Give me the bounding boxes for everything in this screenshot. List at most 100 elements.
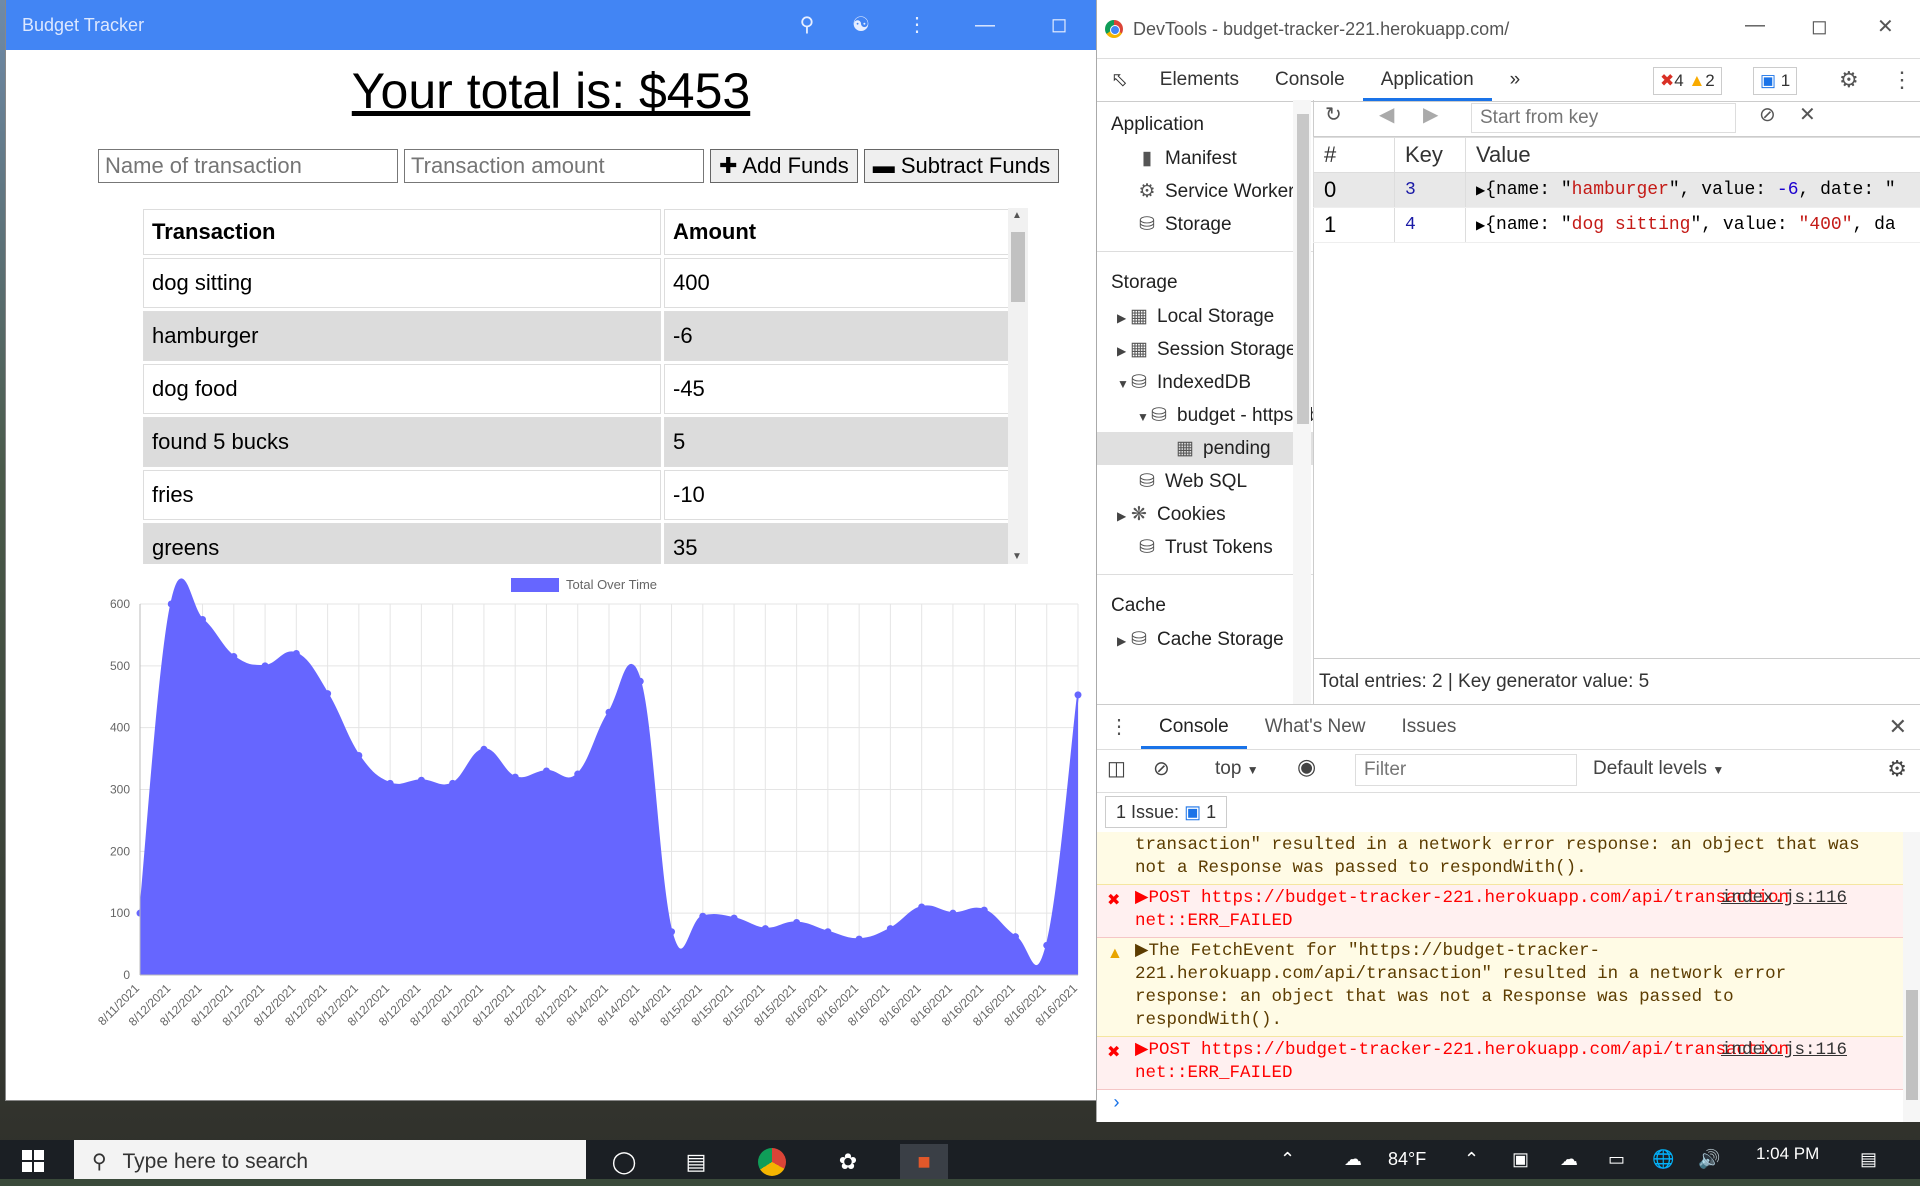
minimize-icon[interactable]: — [1745, 14, 1765, 37]
start-from-key-input[interactable] [1471, 103, 1736, 133]
more-menu-icon[interactable]: ⋮ [904, 12, 930, 38]
cortana-icon[interactable]: ◯ [600, 1144, 648, 1179]
table-scrollbar-thumb[interactable] [1011, 232, 1025, 302]
active-app-taskbar-icon[interactable]: ■ [900, 1144, 948, 1179]
onedrive-icon[interactable]: ☁ [1560, 1140, 1578, 1179]
previous-page-icon[interactable]: ◀ [1379, 102, 1394, 127]
more-tabs-icon[interactable]: » [1492, 59, 1539, 101]
drawer-tab-issues[interactable]: Issues [1383, 705, 1474, 749]
tray-chevron-icon[interactable]: ⌃ [1464, 1140, 1479, 1179]
sidebar-item-web-sql[interactable]: ⛁Web SQL [1097, 465, 1313, 498]
sidebar-item-service-workers[interactable]: ⚙Service Workers [1097, 175, 1313, 208]
sidebar-item-pending-store[interactable]: ▦pending [1097, 432, 1313, 465]
issues-button[interactable]: 1 Issue: ▣ 1 [1105, 796, 1227, 828]
chrome-taskbar-icon[interactable] [748, 1144, 796, 1179]
clear-console-icon[interactable]: ⊘ [1153, 756, 1170, 781]
sidebar-item-indexeddb[interactable]: ▼⛁IndexedDB [1097, 366, 1313, 399]
tab-application[interactable]: Application [1363, 59, 1492, 101]
maximize-icon[interactable]: ◻ [1046, 12, 1072, 38]
expand-arrow-icon[interactable]: ▶ [1117, 500, 1129, 533]
table-scrollbar[interactable]: ▲ ▼ [1008, 208, 1028, 564]
row-value[interactable]: ▶{name: "hamburger", value: -6, date: " [1466, 173, 1920, 208]
data-point [168, 601, 175, 608]
data-point [418, 777, 425, 784]
console-error-message[interactable]: ✖▶POST https://budget-tracker-221.heroku… [1097, 1037, 1907, 1090]
tab-console[interactable]: Console [1257, 59, 1363, 101]
message-source-link[interactable]: index.js:116 [1721, 887, 1847, 910]
add-funds-button[interactable]: ✚ Add Funds [710, 149, 858, 183]
more-options-icon[interactable]: ⋮ [1891, 67, 1913, 93]
expand-arrow-icon[interactable]: ▶ [1117, 625, 1129, 658]
close-icon[interactable]: ✕ [1877, 14, 1894, 39]
tab-elements[interactable]: Elements [1142, 59, 1257, 101]
error-warning-badge[interactable]: ✖4 ▲2 [1653, 67, 1722, 95]
collapse-arrow-icon[interactable]: ▼ [1137, 401, 1149, 434]
live-expression-eye-icon[interactable]: ◉ [1297, 754, 1316, 780]
context-selector[interactable]: top ▼ [1215, 758, 1259, 780]
close-drawer-icon[interactable]: ✕ [1889, 714, 1907, 740]
zoom-icon[interactable]: ⚲ [794, 12, 820, 38]
grid-icon: ▦ [1129, 333, 1149, 366]
sidebar-scrollbar-thumb[interactable] [1297, 114, 1309, 424]
console-scrollbar-thumb[interactable] [1906, 990, 1918, 1100]
minimize-icon[interactable]: — [972, 12, 998, 38]
extensions-icon[interactable]: ☯ [848, 12, 874, 38]
log-levels-dropdown[interactable]: Default levels ▼ [1593, 758, 1724, 780]
meet-now-icon[interactable]: ▣ [1512, 1140, 1529, 1179]
task-view-icon[interactable]: ▤ [672, 1144, 720, 1179]
weather-temp[interactable]: 84°F [1388, 1140, 1426, 1179]
table-row[interactable]: 0 3 ▶{name: "hamburger", value: -6, date… [1314, 173, 1920, 208]
clock-time[interactable]: 1:04 PM [1756, 1134, 1819, 1173]
taskbar-search-box[interactable]: ⚲ Type here to search [74, 1140, 586, 1179]
inspect-element-icon[interactable]: ⬁ [1097, 59, 1142, 101]
expand-arrow-icon[interactable]: ▶ [1117, 302, 1129, 335]
messages-badge[interactable]: ▣ 1 [1753, 67, 1797, 95]
console-scrollbar[interactable] [1903, 832, 1920, 1122]
expand-arrow-icon[interactable]: ▶ [1476, 219, 1485, 233]
console-error-message[interactable]: ✖▶POST https://budget-tracker-221.heroku… [1097, 885, 1907, 938]
sidebar-item-manifest[interactable]: ▮Manifest [1097, 142, 1313, 175]
sidebar-item-storage[interactable]: ⛁Storage [1097, 208, 1313, 241]
sidebar-item-local-storage[interactable]: ▶▦Local Storage [1097, 300, 1313, 333]
drawer-menu-icon[interactable]: ⋮ [1097, 705, 1141, 749]
weather-icon[interactable]: ☁ [1344, 1140, 1362, 1179]
console-prompt-icon[interactable]: › [1097, 1094, 1907, 1114]
expand-arrow-icon[interactable]: ▶ [1476, 184, 1485, 198]
sidebar-item-cookies[interactable]: ▶❋Cookies [1097, 498, 1313, 531]
scroll-down-arrow-icon[interactable]: ▼ [1012, 551, 1022, 562]
clear-object-store-icon[interactable]: ⊘ [1759, 102, 1776, 127]
drawer-tab-console[interactable]: Console [1141, 705, 1247, 749]
collapse-arrow-icon[interactable]: ▼ [1117, 368, 1129, 401]
maximize-icon[interactable]: ◻ [1811, 14, 1828, 39]
sidebar-item-trust-tokens[interactable]: ⛁Trust Tokens [1097, 531, 1313, 564]
subtract-funds-button[interactable]: ▬ Subtract Funds [864, 149, 1059, 183]
sidebar-scrollbar[interactable] [1293, 100, 1311, 704]
row-value[interactable]: ▶{name: "dog sitting", value: "400", da [1466, 208, 1920, 243]
console-filter-input[interactable] [1355, 754, 1577, 786]
drawer-tab-whats-new[interactable]: What's New [1247, 705, 1384, 749]
settings-gear-icon[interactable]: ⚙ [1839, 67, 1859, 93]
message-source-link[interactable]: index.js:116 [1721, 1039, 1847, 1062]
network-icon[interactable]: 🌐 [1652, 1140, 1674, 1179]
delete-selected-icon[interactable]: ✕ [1799, 102, 1816, 127]
volume-icon[interactable]: 🔊 [1698, 1140, 1720, 1179]
scroll-up-arrow-icon[interactable]: ▲ [1012, 210, 1022, 221]
windows-start-icon[interactable] [22, 1150, 44, 1172]
notifications-icon[interactable]: ▤ [1860, 1140, 1877, 1179]
show-hidden-icons-icon[interactable]: ⌃ [1280, 1140, 1295, 1179]
sidebar-item-budget-db[interactable]: ▼⛁budget - https://budget-tracker-221.he… [1097, 399, 1313, 432]
refresh-icon[interactable]: ↻ [1325, 102, 1342, 127]
next-page-icon[interactable]: ▶ [1423, 102, 1438, 127]
sidebar-item-session-storage[interactable]: ▶▦Session Storage [1097, 333, 1313, 366]
console-warning-message[interactable]: transaction" resulted in a network error… [1097, 832, 1907, 885]
show-sidebar-icon[interactable]: ◫ [1107, 756, 1126, 781]
table-row[interactable]: 1 4 ▶{name: "dog sitting", value: "400",… [1314, 208, 1920, 243]
console-settings-gear-icon[interactable]: ⚙ [1887, 756, 1907, 782]
transaction-amount-input[interactable] [404, 149, 704, 183]
console-warning-message[interactable]: ▲▶The FetchEvent for "https://budget-tra… [1097, 938, 1907, 1037]
battery-icon[interactable]: ▭ [1608, 1140, 1625, 1179]
app-taskbar-icon[interactable]: ✿ [824, 1144, 872, 1179]
expand-arrow-icon[interactable]: ▶ [1117, 335, 1129, 368]
transaction-name-input[interactable] [98, 149, 398, 183]
sidebar-item-cache-storage[interactable]: ▶⛁Cache Storage [1097, 623, 1313, 656]
